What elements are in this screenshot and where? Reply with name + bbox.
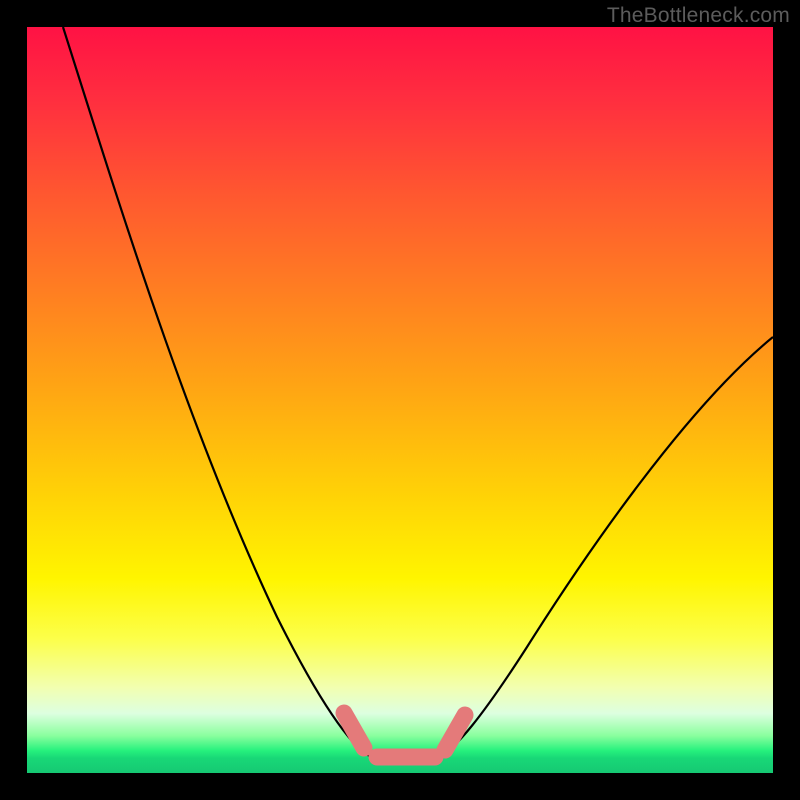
chart-svg [27,27,773,773]
bottleneck-curve [63,27,773,759]
chart-frame: TheBottleneck.com [0,0,800,800]
optimal-marker [344,713,465,757]
plot-area [27,27,773,773]
watermark-text: TheBottleneck.com [607,4,790,28]
